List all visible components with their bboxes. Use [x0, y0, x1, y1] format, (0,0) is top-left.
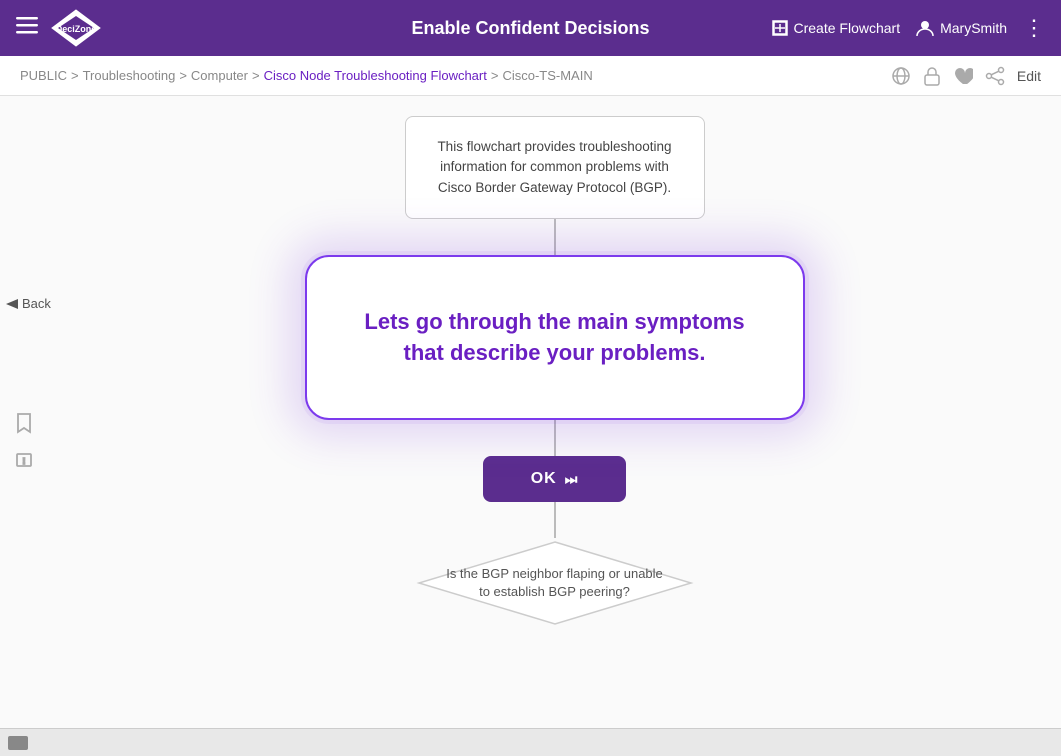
connector-2: [554, 420, 556, 456]
svg-text:!: !: [23, 457, 26, 466]
flow-main-box-text: Lets go through the main symptoms that d…: [347, 307, 763, 369]
main-area: Back ! This flowchart provides troublesh…: [0, 96, 1061, 756]
breadcrumb-troubleshooting: Troubleshooting: [83, 68, 176, 83]
create-flowchart-button[interactable]: Create Flowchart: [772, 20, 901, 36]
header: DeciZone Enable Confident Decisions Crea…: [0, 0, 1061, 56]
bottom-bar-icon: [8, 736, 28, 750]
header-actions: Create Flowchart MarySmith ⋮: [772, 17, 1046, 39]
ok-button[interactable]: OK ⏭: [483, 456, 627, 502]
breadcrumb: PUBLIC > Troubleshooting > Computer > Ci…: [20, 68, 593, 83]
back-button[interactable]: Back: [4, 296, 51, 311]
user-menu-button[interactable]: MarySmith: [916, 19, 1007, 37]
flow-info-box: This flowchart provides troubleshooting …: [405, 116, 705, 219]
next-icon: ⏭: [565, 471, 579, 488]
breadcrumb-sep1: >: [71, 68, 79, 83]
header-title: Enable Confident Decisions: [411, 18, 649, 39]
create-flowchart-label: Create Flowchart: [794, 20, 901, 36]
breadcrumb-sep3: >: [252, 68, 260, 83]
flow-info-text: This flowchart provides troubleshooting …: [437, 139, 671, 195]
breadcrumb-public: PUBLIC: [20, 68, 67, 83]
flow-diamond-text: Is the BGP neighbor flaping or unable to…: [415, 565, 695, 601]
left-sidebar: Back !: [0, 96, 48, 756]
heart-icon-button[interactable]: [953, 67, 973, 85]
bookmark-button[interactable]: [15, 412, 33, 439]
share-icon-button[interactable]: [985, 66, 1005, 86]
menu-button[interactable]: [16, 14, 38, 42]
breadcrumb-sep2: >: [179, 68, 187, 83]
flow-diamond: Is the BGP neighbor flaping or unable to…: [415, 538, 695, 628]
breadcrumb-sep4: >: [491, 68, 499, 83]
svg-text:DeciZone: DeciZone: [56, 24, 97, 34]
connector-3: [554, 502, 556, 538]
logo-icon: DeciZone: [50, 8, 102, 48]
more-options-button[interactable]: ⋮: [1023, 17, 1045, 39]
logo: DeciZone: [50, 8, 102, 48]
flowchart-canvas: This flowchart provides troubleshooting …: [48, 96, 1061, 756]
lock-icon-button[interactable]: [923, 66, 941, 86]
flag-button[interactable]: !: [14, 451, 34, 476]
breadcrumb-actions: Edit: [891, 66, 1041, 86]
ok-label: OK: [531, 470, 557, 488]
user-label: MarySmith: [940, 20, 1007, 36]
flow-diamond-wrapper: Is the BGP neighbor flaping or unable to…: [415, 538, 695, 628]
breadcrumb-bar: PUBLIC > Troubleshooting > Computer > Ci…: [0, 56, 1061, 96]
bottom-bar: [0, 728, 1061, 756]
flow-main-box: Lets go through the main symptoms that d…: [305, 255, 805, 421]
connector-1: [554, 219, 556, 255]
back-label: Back: [22, 296, 51, 311]
breadcrumb-flowchart-name[interactable]: Cisco Node Troubleshooting Flowchart: [264, 68, 487, 83]
edit-button[interactable]: Edit: [1017, 68, 1041, 84]
breadcrumb-computer: Computer: [191, 68, 248, 83]
breadcrumb-node-name: Cisco-TS-MAIN: [502, 68, 592, 83]
globe-icon-button[interactable]: [891, 66, 911, 86]
